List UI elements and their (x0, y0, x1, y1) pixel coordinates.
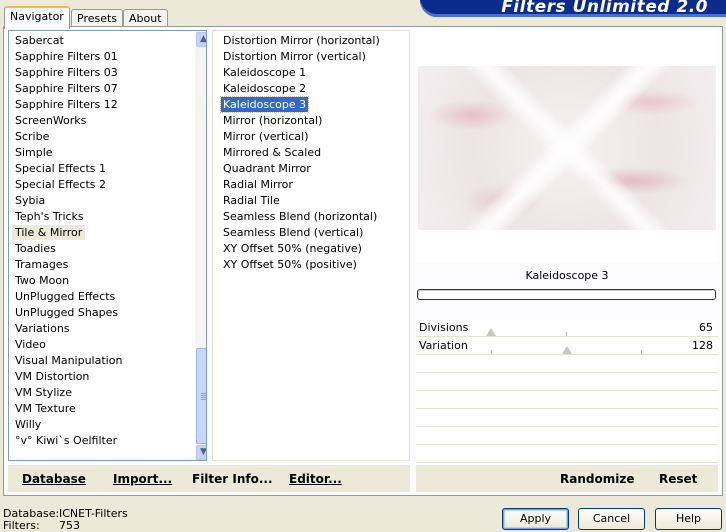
filter-list[interactable]: Distortion Mirror (horizontal) Distortion… (212, 30, 410, 461)
category-item[interactable]: Tile & Mirror (12, 225, 86, 240)
param-row-empty (416, 392, 718, 409)
app-banner: Filters Unlimited 2.0 (420, 0, 726, 17)
cancel-button[interactable]: Cancel (578, 508, 645, 530)
slider-thumb[interactable] (486, 328, 496, 336)
param-value: 128 (692, 339, 713, 352)
category-item[interactable]: Sapphire Filters 03 (12, 65, 121, 80)
filter-item[interactable]: XY Offset 50% (negative) (221, 241, 364, 256)
filter-item[interactable]: Mirrored & Scaled (221, 145, 323, 160)
category-item[interactable]: Two Moon (12, 273, 72, 288)
category-item[interactable]: Willy (12, 417, 44, 432)
category-item[interactable]: VM Stylize (12, 385, 75, 400)
category-item[interactable]: VM Distortion (12, 369, 92, 384)
param-row-variation[interactable]: Variation 128 (416, 338, 718, 355)
param-row-empty (416, 374, 718, 391)
filter-item[interactable]: Radial Tile (221, 193, 282, 208)
category-item[interactable]: Sapphire Filters 12 (12, 97, 121, 112)
category-item[interactable]: Special Effects 2 (12, 177, 109, 192)
reset-button[interactable]: Reset (659, 472, 697, 486)
category-item[interactable]: Special Effects 1 (12, 161, 109, 176)
filter-item[interactable]: Distortion Mirror (horizontal) (221, 33, 382, 48)
category-item[interactable]: ScreenWorks (12, 113, 89, 128)
filter-item[interactable]: Kaleidoscope 3 (219, 96, 310, 113)
tab-navigator[interactable]: Navigator (4, 6, 70, 29)
parameter-grid: Divisions 65 Variation 128 (416, 320, 718, 463)
param-row-empty (416, 410, 718, 427)
apply-button[interactable]: Apply (502, 508, 569, 530)
filter-item[interactable]: Mirror (horizontal) (221, 113, 324, 128)
selected-filter-title: Kaleidoscope 3 (525, 269, 609, 282)
category-item[interactable]: Tramages (12, 257, 71, 272)
filter-item[interactable]: XY Offset 50% (positive) (221, 257, 359, 272)
filter-item[interactable]: Radial Mirror (221, 177, 295, 192)
category-item[interactable]: Sapphire Filters 01 (12, 49, 121, 64)
filter-item[interactable]: Distortion Mirror (vertical) (221, 49, 368, 64)
filter-info-button[interactable]: Filter Info... (192, 472, 273, 486)
scroll-thumb[interactable] (196, 348, 206, 444)
status-filters-label: Filters: (3, 519, 40, 532)
randomize-button[interactable]: Randomize (560, 472, 634, 486)
category-item[interactable]: UnPlugged Shapes (12, 305, 121, 320)
param-row-empty (416, 428, 718, 445)
import-button[interactable]: Import... (113, 472, 172, 486)
filter-item[interactable]: Quadrant Mirror (221, 161, 313, 176)
category-item[interactable]: Simple (12, 145, 56, 160)
scroll-up-button[interactable]: ▲ (196, 32, 206, 47)
preview-panel (416, 30, 718, 263)
param-row-empty (416, 356, 718, 373)
slider-thumb[interactable] (562, 346, 572, 354)
category-item[interactable]: Visual Manipulation (12, 353, 125, 368)
filter-item[interactable]: Kaleidoscope 1 (221, 65, 308, 80)
category-item[interactable]: Variations (12, 321, 73, 336)
param-row-divisions[interactable]: Divisions 65 (416, 320, 718, 337)
category-item[interactable]: Sapphire Filters 07 (12, 81, 121, 96)
status-filters: Filters: 753 (3, 519, 80, 532)
param-name: Variation (419, 339, 468, 352)
category-item[interactable]: Sybia (12, 193, 48, 208)
scroll-down-button[interactable]: ▼ (196, 445, 206, 460)
category-item[interactable]: Teph's Tricks (12, 209, 87, 224)
category-item[interactable]: Sabercat (12, 33, 67, 48)
filter-item[interactable]: Kaleidoscope 2 (221, 81, 308, 96)
help-button[interactable]: Help (655, 508, 722, 530)
category-item[interactable]: UnPlugged Effects (12, 289, 118, 304)
editor-button[interactable]: Editor... (289, 472, 342, 486)
status-filters-value: 753 (59, 519, 80, 532)
category-item[interactable]: VM Texture (12, 401, 79, 416)
param-button-bar: Randomize Reset (416, 465, 718, 492)
progress-bar (417, 289, 716, 300)
category-item[interactable]: Video (12, 337, 49, 352)
preview-image (418, 66, 716, 230)
category-list[interactable]: Sabercat Sapphire Filters 01 Sapphire Filt… (8, 30, 207, 461)
category-scrollbar[interactable]: ▲ ▼ (195, 31, 206, 460)
list-button-bar: Database Import... Filter Info... Editor… (8, 465, 410, 492)
app-title: Filters Unlimited 2.0 (501, 0, 708, 17)
param-name: Divisions (419, 321, 469, 334)
param-row-empty (416, 446, 718, 463)
category-item[interactable]: Toadies (12, 241, 59, 256)
filter-item[interactable]: Seamless Blend (vertical) (221, 225, 365, 240)
filter-item[interactable]: Seamless Blend (horizontal) (221, 209, 379, 224)
filter-item[interactable]: Mirror (vertical) (221, 129, 311, 144)
category-item[interactable]: °v° Kiwi`s Oelfilter (12, 433, 120, 448)
database-button[interactable]: Database (22, 472, 86, 486)
param-value: 65 (699, 321, 713, 334)
category-item[interactable]: Scribe (12, 129, 52, 144)
